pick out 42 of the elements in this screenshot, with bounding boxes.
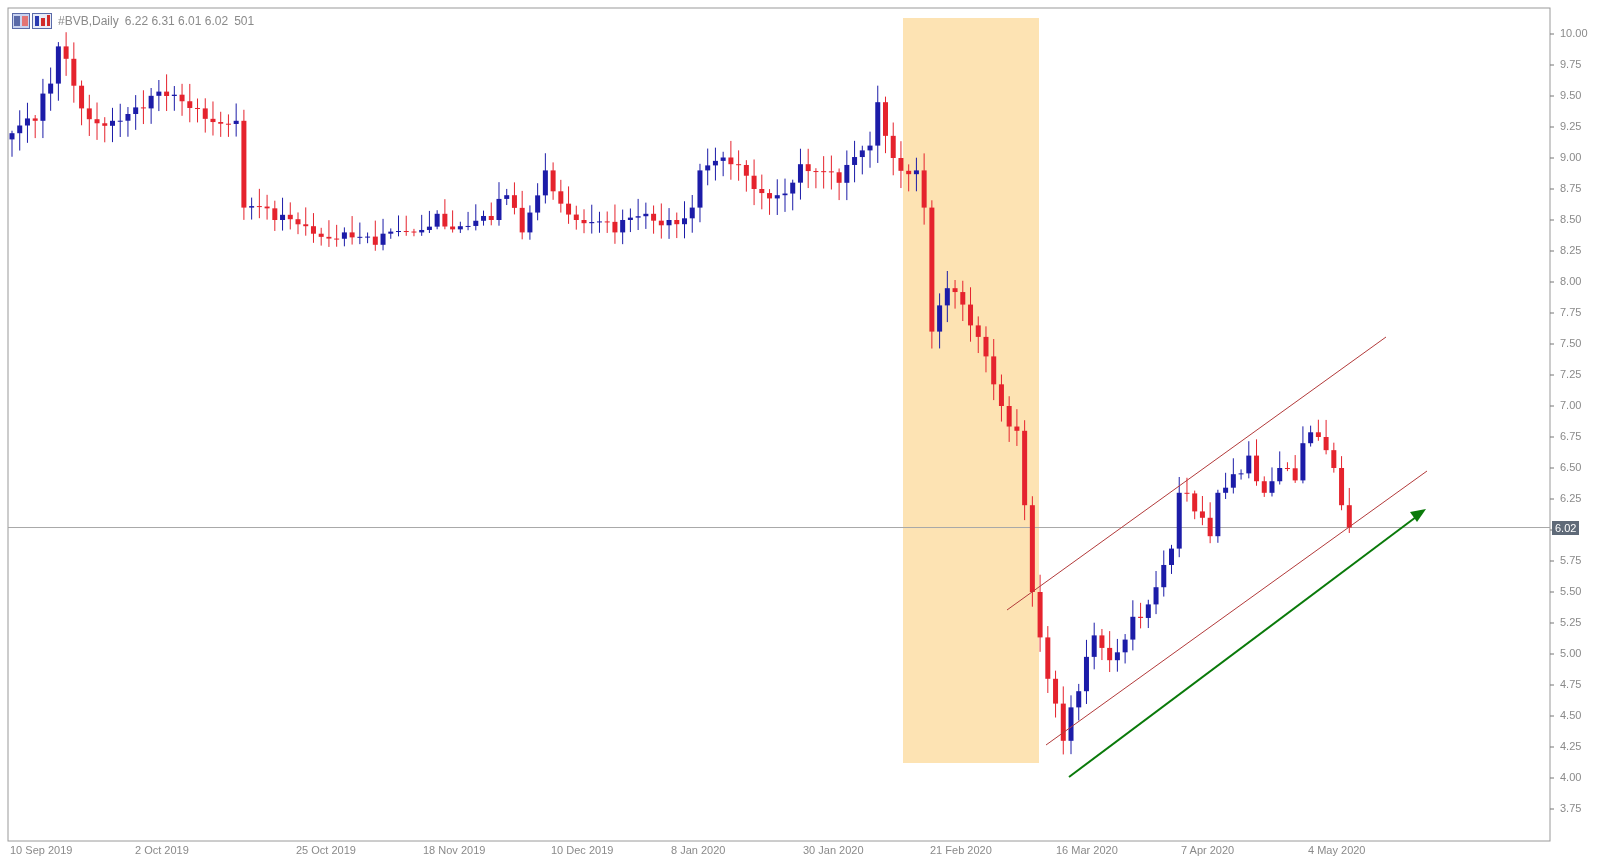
date-label: 7 Apr 2020: [1181, 845, 1235, 856]
price-label: 4.25: [1560, 741, 1582, 752]
price-label: 9.75: [1560, 59, 1582, 70]
date-label: 2 Oct 2019: [135, 845, 189, 856]
current-price-tag: 6.02: [1552, 520, 1580, 535]
price-label: 7.00: [1560, 400, 1582, 411]
price-label: 3.75: [1560, 803, 1582, 814]
price-label: 4.75: [1560, 679, 1582, 690]
price-label: 5.00: [1560, 648, 1582, 659]
date-label: 4 May 2020: [1308, 845, 1366, 856]
date-label: 18 Nov 2019: [423, 845, 486, 856]
price-label: 5.25: [1560, 617, 1582, 628]
price-label: 9.00: [1560, 152, 1582, 163]
price-label: 5.50: [1560, 586, 1582, 597]
price-label: 7.25: [1560, 369, 1582, 380]
date-label: 8 Jan 2020: [671, 845, 726, 856]
price-label: 8.00: [1560, 276, 1582, 287]
price-label: 4.50: [1560, 710, 1582, 721]
price-label: 7.50: [1560, 338, 1582, 349]
price-label: 9.50: [1560, 90, 1582, 101]
price-label: 4.00: [1560, 772, 1582, 783]
price-label: 8.25: [1560, 245, 1582, 256]
symbol-label: #BVB,Daily: [58, 13, 119, 30]
date-label: 25 Oct 2019: [296, 845, 356, 856]
price-label: 6.50: [1560, 462, 1582, 473]
date-label: 16 Mar 2020: [1056, 845, 1118, 856]
date-label: 10 Dec 2019: [551, 845, 614, 856]
price-label: 5.75: [1560, 555, 1582, 566]
chart-icon[interactable]: [32, 13, 52, 29]
bar-count: 501: [234, 13, 255, 30]
price-label: 8.50: [1560, 214, 1582, 225]
date-label: 30 Jan 2020: [803, 845, 864, 856]
price-label: 6.25: [1560, 493, 1582, 504]
date-label: 21 Feb 2020: [930, 845, 992, 856]
price-label: 9.25: [1560, 121, 1582, 132]
date-label: 10 Sep 2019: [10, 845, 73, 856]
price-label: 7.75: [1560, 307, 1582, 318]
price-label: 8.75: [1560, 183, 1582, 194]
price-label: 6.75: [1560, 431, 1582, 442]
ohlc-values: 6.22 6.31 6.01 6.02: [124, 13, 229, 30]
table-icon[interactable]: [12, 13, 30, 29]
price-label: 10.00: [1560, 28, 1588, 39]
